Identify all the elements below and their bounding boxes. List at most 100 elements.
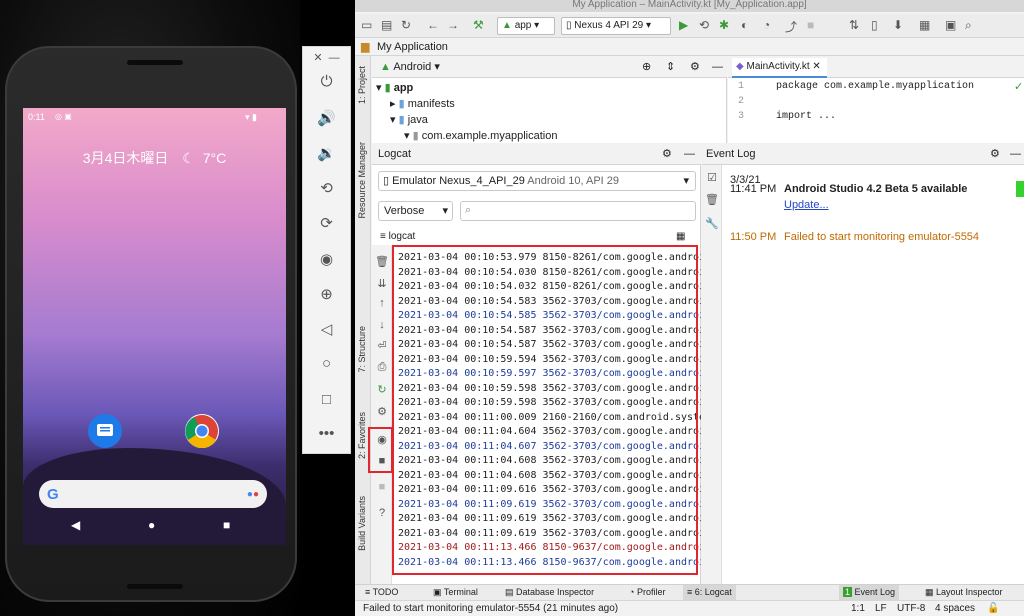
project-structure-icon[interactable]: ▦ bbox=[919, 18, 930, 32]
power-icon[interactable]: ⏻ bbox=[303, 73, 350, 90]
overview-icon[interactable]: □ bbox=[303, 391, 350, 408]
tab-mainactivity[interactable]: ◆ MainActivity.kt ✕ bbox=[732, 58, 827, 78]
screenshot-icon[interactable]: ◉ bbox=[303, 250, 350, 268]
code-editor[interactable]: ◆ MainActivity.kt ✕ 1 2 3 package com.ex… bbox=[728, 56, 1024, 143]
clear-icon[interactable]: 🗑 bbox=[704, 193, 720, 206]
coverage-icon[interactable]: ◐ bbox=[741, 18, 748, 32]
emulator-screen[interactable]: 0:11 ◎ ▣ ▾ ▮ 3月4日木曜日 ☾ 7°C G ●● ◀ ● ■ bbox=[23, 108, 286, 545]
print-icon[interactable]: ⎙ bbox=[374, 361, 390, 374]
help-icon[interactable]: ? bbox=[374, 507, 390, 519]
build-hammer-icon[interactable]: ⚒ bbox=[473, 18, 484, 32]
status-message[interactable]: Failed to start monitoring emulator-5554… bbox=[363, 601, 618, 616]
more-icon[interactable]: ••• bbox=[303, 425, 350, 442]
breadcrumb[interactable]: ▆ My Application bbox=[355, 38, 1024, 56]
back-nav-icon[interactable]: ◀ bbox=[71, 518, 80, 532]
minimize-icon[interactable]: — bbox=[684, 143, 695, 165]
save-icon[interactable]: ▤ bbox=[381, 18, 392, 32]
locate-icon[interactable]: ⊕ bbox=[642, 56, 651, 78]
gradle-sync-icon[interactable]: ⇅ bbox=[849, 18, 859, 32]
terminal-icon[interactable]: ▣ bbox=[945, 18, 956, 32]
avd-manager-icon[interactable]: ▯ bbox=[871, 18, 878, 32]
home-nav-icon[interactable]: ● bbox=[148, 518, 155, 532]
device-selector-dropdown[interactable]: ▯ Emulator Nexus_4_API_29 Android 10, AP… bbox=[378, 171, 696, 191]
collapse-icon[interactable]: ⇕ bbox=[666, 56, 675, 78]
stop-icon[interactable]: ■ bbox=[374, 481, 390, 493]
sync-icon[interactable]: ↻ bbox=[401, 18, 411, 32]
up-icon[interactable]: ↑ bbox=[374, 297, 390, 309]
tree-item-java[interactable]: ▾ ▮ java bbox=[390, 113, 428, 126]
logcat-toolbar: 🗑 ⇊ ↑ ↓ ⏎ ⎙ ↻ ⚙ ◉ ■ ■ ? bbox=[372, 245, 392, 584]
debug-icon[interactable]: ✱ bbox=[719, 18, 729, 32]
project-view-mode[interactable]: Android bbox=[393, 61, 431, 73]
kotlin-file-icon: ◆ bbox=[736, 61, 744, 72]
rotate-left-icon[interactable]: ⟲ bbox=[303, 179, 350, 197]
project-side-tab[interactable]: 1: Project bbox=[357, 66, 367, 104]
google-search-bar[interactable]: G ●● bbox=[39, 480, 267, 508]
date-weather-widget[interactable]: 3月4日木曜日 ☾ 7°C bbox=[23, 148, 286, 168]
logcat-search-input[interactable]: ⌕ bbox=[460, 201, 696, 221]
file-encoding[interactable]: UTF-8 bbox=[897, 601, 925, 616]
database-inspector-tab[interactable]: ▤ Database Inspector bbox=[505, 585, 594, 600]
line-separator[interactable]: LF bbox=[875, 601, 887, 616]
rotate-right-icon[interactable]: ⟳ bbox=[303, 214, 350, 232]
favorites-side-tab[interactable]: 2: Favorites bbox=[357, 412, 367, 459]
event-log-tab[interactable]: 1 Event Log bbox=[839, 585, 900, 600]
profiler-tab[interactable]: ◔ Profiler bbox=[629, 585, 665, 600]
volume-up-icon[interactable]: 🔊 bbox=[303, 109, 350, 127]
profile-icon[interactable]: ◔ bbox=[763, 18, 770, 32]
structure-side-tab[interactable]: 7: Structure bbox=[357, 326, 367, 373]
temperature-text: 7°C bbox=[202, 150, 227, 166]
tree-item-package[interactable]: ▾ ▮ com.example.myapplication bbox=[404, 129, 557, 142]
gear-icon[interactable]: ⚙ bbox=[690, 56, 700, 78]
soft-wrap-icon[interactable]: ⏎ bbox=[374, 339, 390, 352]
resource-manager-side-tab[interactable]: Resource Manager bbox=[357, 142, 367, 219]
zoom-icon[interactable]: ⊕ bbox=[303, 285, 350, 303]
tree-item-manifests[interactable]: ▸ ▮ manifests bbox=[390, 97, 455, 110]
update-link[interactable]: Update... bbox=[784, 199, 829, 211]
module-selector[interactable]: ▲ app ▾ bbox=[497, 17, 555, 35]
breadcrumb-project[interactable]: My Application bbox=[377, 41, 448, 53]
back-arrow-icon[interactable]: ← bbox=[427, 18, 439, 32]
chrome-app-icon[interactable] bbox=[185, 414, 219, 449]
lock-icon[interactable]: 🔓 bbox=[987, 601, 999, 616]
settings-icon[interactable]: ⚙ bbox=[374, 405, 390, 418]
sdk-manager-icon[interactable]: ⬇ bbox=[893, 18, 903, 32]
caret-position[interactable]: 1:1 bbox=[851, 601, 865, 616]
assistant-icon[interactable]: ●● bbox=[247, 489, 259, 500]
log-level-select[interactable]: Verbose ▾ bbox=[378, 201, 453, 221]
open-folder-icon[interactable]: ▭ bbox=[361, 18, 372, 32]
volume-down-icon[interactable]: 🔉 bbox=[303, 144, 350, 162]
tree-item-app[interactable]: ▾ ▮ app bbox=[376, 81, 413, 94]
forward-arrow-icon[interactable]: → bbox=[447, 18, 459, 32]
scroll-to-end-icon[interactable]: ⇊ bbox=[374, 277, 390, 290]
todo-tab[interactable]: ≡ TODO bbox=[365, 585, 398, 600]
search-icon[interactable]: ⌕ bbox=[965, 18, 972, 33]
run-icon[interactable]: ▶ bbox=[679, 18, 688, 32]
attach-debugger-icon[interactable]: ⤴ bbox=[785, 18, 797, 35]
indent-setting[interactable]: 4 spaces bbox=[935, 601, 975, 616]
layout-inspector-tab[interactable]: ▦ Layout Inspector bbox=[925, 585, 1003, 600]
logcat-tab[interactable]: ≡ 6: Logcat bbox=[683, 585, 736, 600]
minimize-icon[interactable]: — bbox=[1010, 143, 1021, 165]
back-icon[interactable]: ◁ bbox=[303, 320, 350, 338]
gear-icon[interactable]: ⚙ bbox=[990, 143, 1000, 165]
layout-icon[interactable]: ▦ bbox=[676, 231, 685, 242]
build-variants-side-tab[interactable]: Build Variants bbox=[357, 496, 367, 551]
device-selector[interactable]: ▯ Nexus 4 API 29 ▾ bbox=[561, 17, 671, 35]
mark-read-icon[interactable]: ☑ bbox=[704, 171, 720, 184]
recents-nav-icon[interactable]: ■ bbox=[223, 518, 230, 532]
terminal-tab[interactable]: ▣ Terminal bbox=[433, 585, 478, 600]
home-icon[interactable]: ○ bbox=[303, 355, 350, 372]
gear-icon[interactable]: ⚙ bbox=[662, 143, 672, 165]
stop-icon[interactable]: ■ bbox=[807, 18, 814, 32]
apply-changes-icon[interactable]: ⟲ bbox=[699, 18, 709, 32]
line-number: 1 bbox=[738, 81, 745, 92]
down-icon[interactable]: ↓ bbox=[374, 319, 390, 331]
messages-app-icon[interactable] bbox=[88, 414, 122, 448]
close-icon[interactable]: ✕ — bbox=[303, 51, 350, 64]
folder-icon: ▆ bbox=[361, 41, 370, 53]
restart-icon[interactable]: ↻ bbox=[374, 383, 390, 396]
clear-log-icon[interactable]: 🗑 bbox=[374, 255, 390, 268]
wrench-icon[interactable]: 🔧 bbox=[704, 217, 720, 230]
minimize-icon[interactable]: — bbox=[712, 56, 723, 78]
